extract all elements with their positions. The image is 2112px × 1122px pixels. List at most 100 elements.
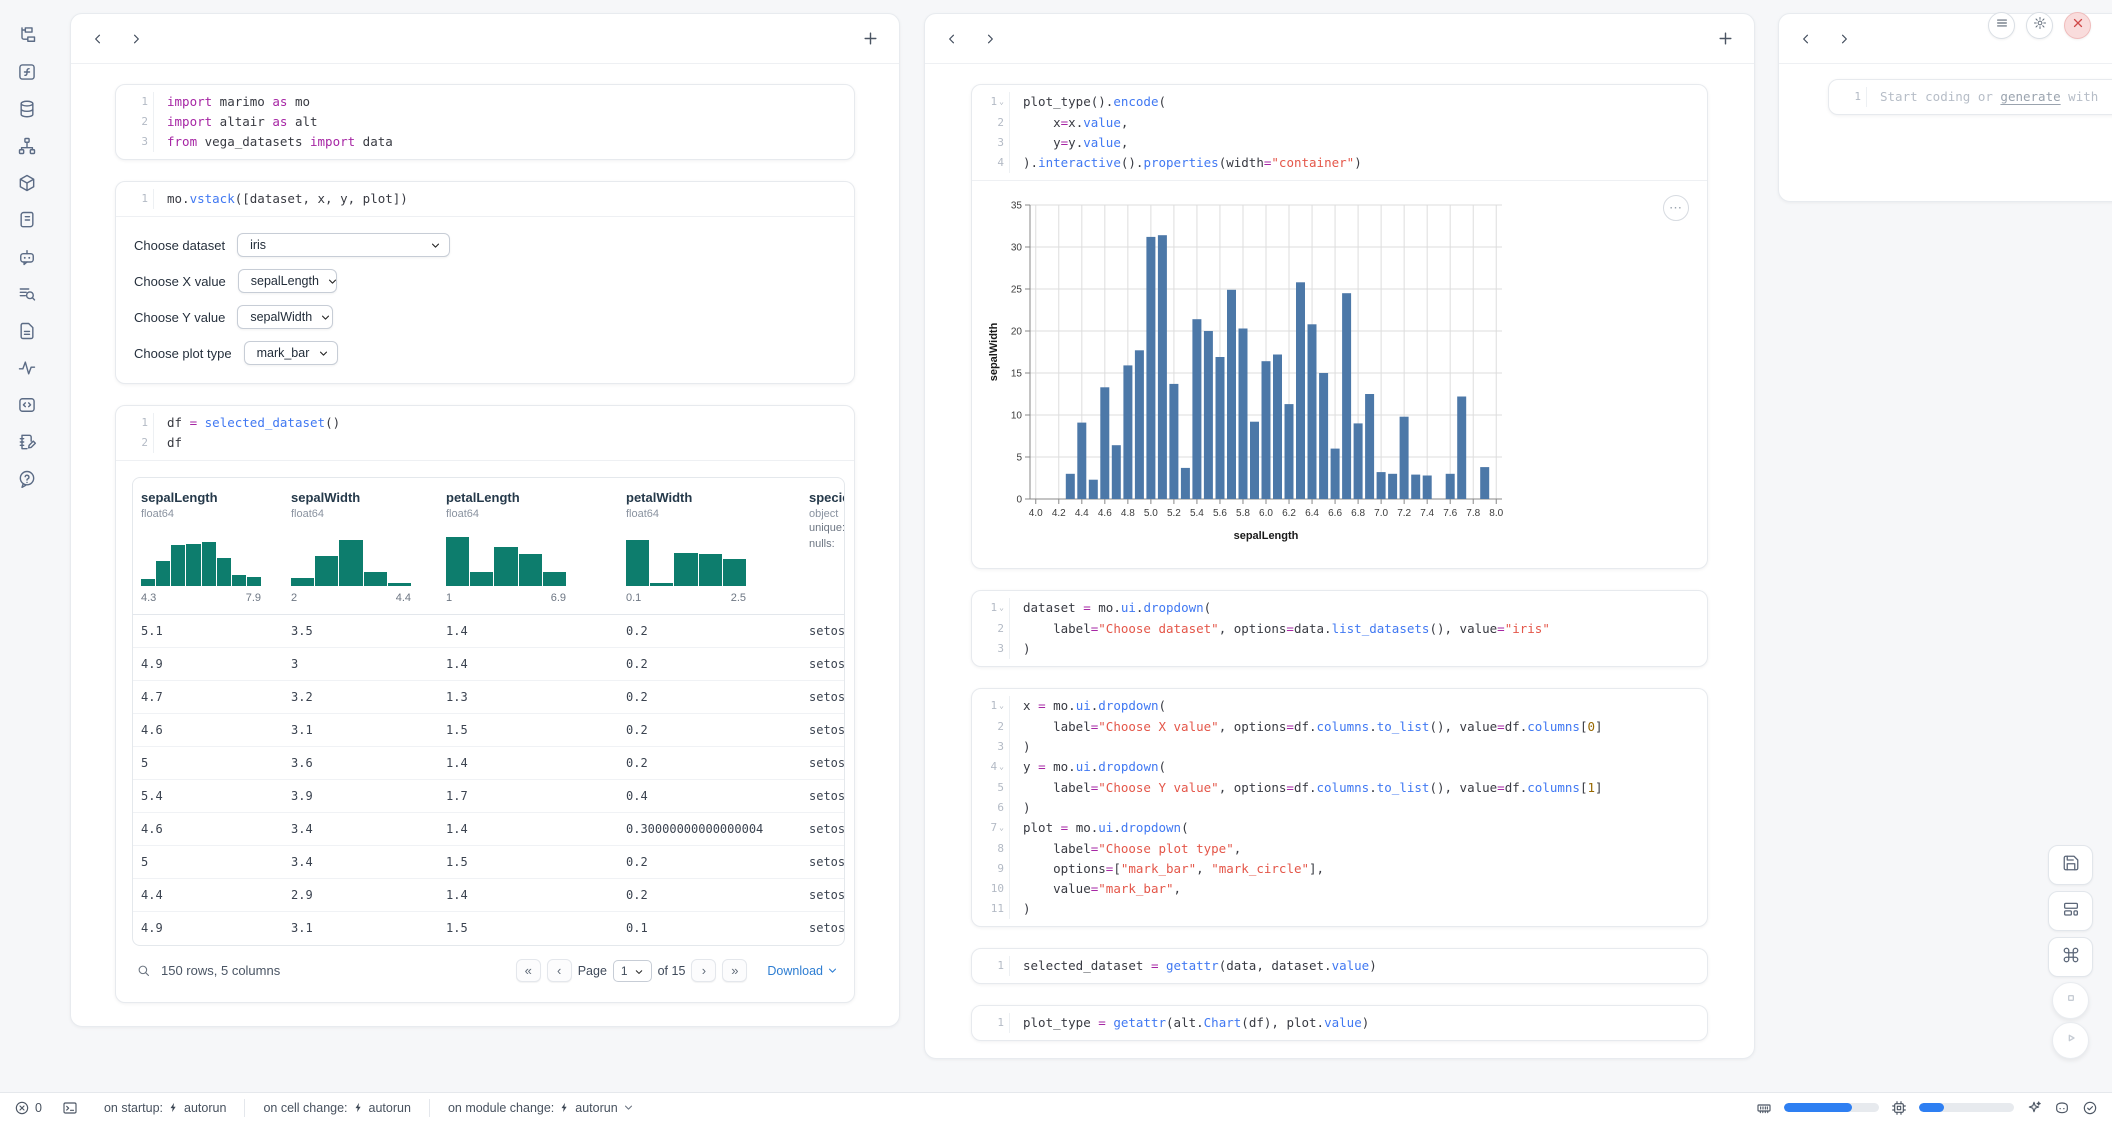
code-line[interactable]: 1import marimo as mo — [116, 92, 854, 112]
code-line[interactable]: 3 y=y.value, — [972, 133, 1707, 153]
file-tree-icon[interactable] — [17, 25, 37, 45]
chevron-right-icon[interactable] — [1837, 32, 1851, 46]
code-line[interactable]: 7⌄plot = mo.ui.dropdown( — [972, 818, 1707, 839]
chat-bot-icon[interactable] — [17, 247, 37, 267]
code-line[interactable]: 10 value="mark_bar", — [972, 879, 1707, 899]
column-histogram[interactable] — [291, 532, 411, 586]
table-row[interactable]: 4.93.11.50.1setosa — [133, 912, 845, 945]
error-count[interactable]: 0 — [14, 1100, 42, 1116]
column-header[interactable]: sepalLengthfloat644.37.9 — [133, 478, 283, 615]
run-config-item[interactable]: on module change: autorun — [429, 1099, 652, 1117]
cell-selected-dataset[interactable]: 1selected_dataset = getattr(data, datase… — [971, 948, 1708, 984]
code-line[interactable]: 1selected_dataset = getattr(data, datase… — [972, 956, 1707, 976]
prev-page-button[interactable]: ‹ — [547, 959, 572, 982]
code-line[interactable]: 3) — [972, 639, 1707, 659]
code-line[interactable]: 4⌄y = mo.ui.dropdown( — [972, 757, 1707, 778]
cell-xy-dropdowns[interactable]: 1⌄x = mo.ui.dropdown(2 label="Choose X v… — [971, 688, 1708, 927]
run-button[interactable] — [2052, 1022, 2089, 1059]
code-line[interactable]: 4).interactive().properties(width="conta… — [972, 153, 1707, 173]
code-line[interactable]: 11) — [972, 899, 1707, 919]
cell-dataset-dropdown[interactable]: 1⌄dataset = mo.ui.dropdown(2 label="Choo… — [971, 590, 1708, 667]
search-icon[interactable] — [136, 963, 151, 978]
package-icon[interactable] — [17, 173, 37, 193]
table-row[interactable]: 4.63.11.50.2setosa — [133, 714, 845, 747]
dropdown-select[interactable]: mark_bar — [244, 341, 338, 365]
code-line[interactable]: 2 label="Choose X value", options=df.col… — [972, 717, 1707, 737]
chevron-right-icon[interactable] — [129, 32, 143, 46]
table-row[interactable]: 4.931.40.2setosa — [133, 648, 845, 681]
cell-imports[interactable]: 1import marimo as mo2import altair as al… — [115, 84, 855, 160]
code-line[interactable]: 1⌄plot_type().encode( — [972, 92, 1707, 113]
cell-plot-type[interactable]: 1plot_type = getattr(alt.Chart(df), plot… — [971, 1005, 1708, 1041]
table-row[interactable]: 53.41.50.2setosa — [133, 846, 845, 879]
code-line[interactable]: 5 label="Choose Y value", options=df.col… — [972, 778, 1707, 798]
save-button[interactable] — [2048, 845, 2093, 885]
bar-chart[interactable]: 051015202530354.04.24.44.64.85.05.25.45.… — [986, 195, 1516, 555]
next-page-button[interactable]: › — [691, 959, 716, 982]
chart-menu-button[interactable]: ⋯ — [1663, 195, 1689, 221]
column-histogram[interactable] — [626, 532, 746, 586]
code-line[interactable]: 1mo.vstack([dataset, x, y, plot]) — [116, 189, 854, 209]
help-icon[interactable] — [17, 469, 37, 489]
close-button[interactable] — [2064, 12, 2091, 39]
table-row[interactable]: 4.63.41.40.30000000000000004setosa — [133, 813, 845, 846]
code-line[interactable]: 1⌄dataset = mo.ui.dropdown( — [972, 598, 1707, 619]
code-line[interactable]: 2 label="Choose dataset", options=data.l… — [972, 619, 1707, 639]
cell-dataframe[interactable]: 1df = selected_dataset()2df sepalLengthf… — [115, 405, 855, 1003]
code-line[interactable]: 6) — [972, 798, 1707, 818]
code-placeholder[interactable]: Start coding or generate with — [1867, 87, 2098, 107]
code-line[interactable]: 1⌄x = mo.ui.dropdown( — [972, 696, 1707, 717]
code-line[interactable]: 2df — [116, 433, 854, 453]
column-header[interactable]: speciesobjectunique:nulls: — [801, 478, 845, 615]
table-row[interactable]: 5.43.91.70.4setosa — [133, 780, 845, 813]
terminal-icon[interactable] — [62, 1100, 78, 1116]
logs-icon[interactable] — [17, 210, 37, 230]
sparkles-icon[interactable] — [2026, 1100, 2042, 1116]
dropdown-select[interactable]: iris — [237, 233, 450, 257]
cell-plot[interactable]: 1⌄plot_type().encode(2 x=x.value,3 y=y.v… — [971, 84, 1708, 569]
first-page-button[interactable]: « — [516, 959, 541, 982]
download-button[interactable]: Download — [767, 964, 838, 978]
shortcuts-button[interactable] — [2048, 937, 2093, 977]
stop-button[interactable] — [2052, 982, 2089, 1019]
table-row[interactable]: 4.73.21.30.2setosa — [133, 681, 845, 714]
activity-icon[interactable] — [17, 358, 37, 378]
chevron-right-icon[interactable] — [983, 32, 997, 46]
cell-empty[interactable]: 1 Start coding or generate with — [1828, 79, 2112, 115]
function-icon[interactable] — [17, 62, 37, 82]
add-cell-button[interactable] — [862, 30, 879, 47]
table-row[interactable]: 5.13.51.40.2setosa — [133, 615, 845, 648]
copilot-icon[interactable] — [2054, 1100, 2070, 1116]
column-header[interactable]: sepalWidthfloat6424.4 — [283, 478, 438, 615]
chevron-left-icon[interactable] — [1799, 32, 1813, 46]
code-snippet-icon[interactable] — [17, 395, 37, 415]
code-line[interactable]: 1df = selected_dataset() — [116, 413, 854, 433]
cell-vstack[interactable]: 1mo.vstack([dataset, x, y, plot]) Choose… — [115, 181, 855, 384]
run-config-item[interactable]: on cell change: autorun — [244, 1099, 429, 1117]
add-cell-button[interactable] — [1717, 30, 1734, 47]
column-header[interactable]: petalLengthfloat6416.9 — [438, 478, 618, 615]
column-header[interactable]: petalWidthfloat640.12.5 — [618, 478, 801, 615]
search-list-icon[interactable] — [17, 284, 37, 304]
dependency-graph-icon[interactable] — [17, 136, 37, 156]
column-histogram[interactable] — [446, 532, 566, 586]
code-line[interactable]: 1plot_type = getattr(alt.Chart(df), plot… — [972, 1013, 1707, 1033]
dropdown-select[interactable]: sepalWidth — [237, 305, 333, 329]
code-line[interactable]: 8 label="Choose plot type", — [972, 839, 1707, 859]
code-line[interactable]: 3) — [972, 737, 1707, 757]
connection-check-icon[interactable] — [2082, 1100, 2098, 1116]
page-select[interactable]: 1 — [613, 960, 652, 982]
column-histogram[interactable] — [141, 532, 261, 586]
document-icon[interactable] — [17, 321, 37, 341]
table-row[interactable]: 4.42.91.40.2setosa — [133, 879, 845, 912]
code-line[interactable]: 9 options=["mark_bar", "mark_circle"], — [972, 859, 1707, 879]
code-line[interactable]: 2import altair as alt — [116, 112, 854, 132]
generate-link[interactable]: generate — [2000, 89, 2060, 104]
menu-button[interactable] — [1988, 12, 2015, 39]
code-line[interactable]: 2 x=x.value, — [972, 113, 1707, 133]
layout-button[interactable] — [2048, 891, 2093, 931]
settings-button[interactable] — [2026, 12, 2053, 39]
dropdown-select[interactable]: sepalLength — [238, 269, 337, 293]
code-line[interactable]: 3from vega_datasets import data — [116, 132, 854, 152]
chevron-left-icon[interactable] — [945, 32, 959, 46]
